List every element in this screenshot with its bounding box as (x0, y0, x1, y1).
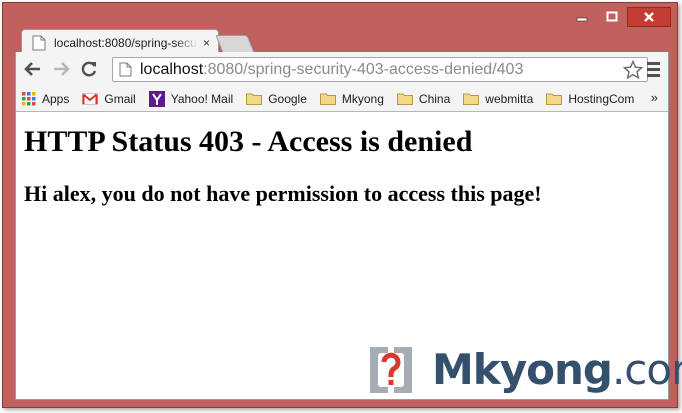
folder-icon (396, 93, 413, 105)
bookmark-china[interactable]: China (396, 91, 451, 106)
bookmark-gmail[interactable]: Gmail (82, 91, 136, 106)
bookmark-label: webmitta (485, 91, 534, 106)
page-info-icon (119, 62, 132, 77)
bookmark-apps[interactable]: Apps (22, 91, 70, 106)
apps-grid-icon (22, 91, 36, 105)
bookmark-yahoo-mail[interactable]: Yahoo! Mail (148, 90, 234, 107)
page-message: Hi alex, you do not have permission to a… (24, 181, 542, 206)
bookmark-label: Gmail (104, 91, 136, 106)
folder-icon (546, 93, 563, 105)
forward-button[interactable] (50, 58, 72, 80)
tab-title: localhost:8080/spring-security-403-acces… (54, 35, 197, 50)
tab-close-button[interactable]: × (203, 36, 210, 50)
watermark-text: Mkyong.com (432, 349, 682, 391)
bookmarks-bar: Apps Gmail Yahoo! Mail Google Mkyong Chi… (15, 86, 669, 112)
bookmark-label: China (418, 91, 451, 106)
bookmark-webmitta[interactable]: webmitta (463, 92, 533, 106)
bookmark-hostingcom[interactable]: HostingCom (546, 92, 634, 106)
bookmark-label: Google (268, 91, 307, 106)
forward-arrow-icon (54, 62, 70, 76)
watermark-tld: .com (611, 345, 682, 394)
bookmark-mkyong[interactable]: Mkyong (319, 91, 384, 106)
url-path: :8080/spring-security-403-access-denied/… (203, 60, 524, 78)
mkyong-logo-icon (370, 347, 412, 393)
url-host: localhost (140, 60, 204, 78)
address-url: localhost:8080/spring-security-403-acces… (140, 61, 523, 79)
bookmark-star-icon[interactable] (623, 60, 643, 80)
browser-toolbar: localhost:8080/spring-security-403-acces… (15, 52, 669, 86)
folder-icon (246, 93, 263, 105)
back-button[interactable] (22, 58, 44, 80)
menu-icon[interactable] (646, 60, 662, 78)
folder-icon (319, 93, 336, 105)
back-arrow-icon (24, 62, 40, 76)
reload-button[interactable] (78, 58, 100, 80)
page-heading: HTTP Status 403 - Access is denied (24, 125, 473, 158)
address-bar[interactable]: localhost:8080/spring-security-403-acces… (112, 57, 648, 82)
gmail-icon (82, 92, 99, 105)
watermark-brand: Mkyong (432, 345, 613, 394)
bookmark-google[interactable]: Google (246, 92, 307, 106)
new-tab-button[interactable] (215, 35, 255, 53)
folder-icon (463, 93, 480, 105)
tab-strip: localhost:8080/spring-security-403-acces… (3, 3, 677, 55)
page-icon (32, 35, 46, 50)
reload-icon (81, 61, 97, 77)
bookmark-label: HostingCom (568, 91, 635, 106)
bookmark-label: Mkyong (341, 91, 384, 106)
bookmark-label: Apps (42, 91, 70, 106)
bookmark-label: Yahoo! Mail (170, 91, 234, 106)
mkyong-watermark: Mkyong.com (360, 340, 682, 400)
yahoo-icon (148, 90, 165, 107)
bookmarks-overflow-button[interactable]: » (651, 90, 658, 105)
